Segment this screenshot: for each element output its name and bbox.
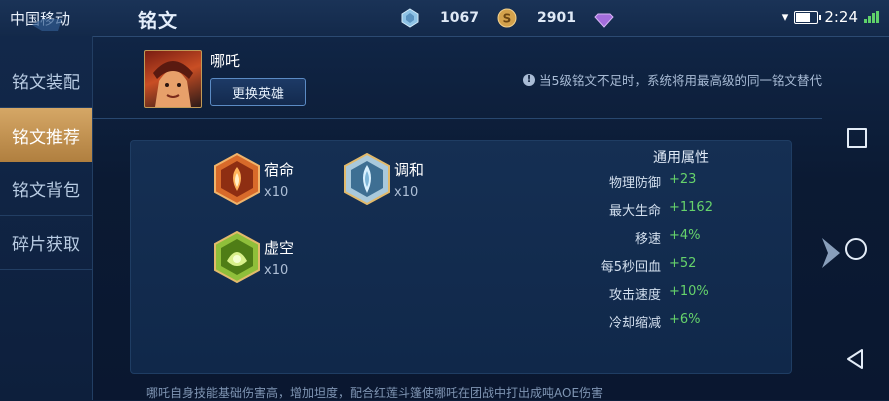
rune-count: x10 (394, 185, 419, 200)
page-title: 铭文 (138, 10, 179, 32)
sidebar-item-rune-bag[interactable]: 铭文背包 (0, 162, 92, 216)
attribute-row: 攻击速度 +10% (551, 284, 791, 304)
attribute-row: 最大生命 +1162 (551, 200, 791, 220)
notice-text: 当5级铭文不足时，系统将用最高级的同一铭文替代 (539, 73, 822, 88)
rune-green[interactable]: 虚空 x10 (213, 231, 294, 283)
gold-coin-icon: S (497, 8, 517, 28)
attribute-value: +4% (669, 228, 701, 243)
sidebar-item-fragment[interactable]: 碎片获取 (0, 216, 92, 270)
attributes-title: 通用属性 (653, 150, 709, 166)
rune-name: 虚空 (264, 239, 295, 257)
rune-panel: 宿命 x10 调和 x10 虚空 x10 通用属性 物理防御 +23 最大生命 … (130, 140, 792, 374)
sidebar: 铭文装配 铭文推荐 铭文背包 碎片获取 (0, 36, 93, 400)
swap-hero-button[interactable]: 更换英雄 (210, 78, 306, 106)
blue-rune-icon (344, 153, 390, 205)
wifi-icon: ▾ (781, 9, 789, 25)
attribute-label: 物理防御 (608, 176, 661, 191)
attribute-label: 移速 (634, 232, 661, 247)
sidebar-item-label: 铭文装配 (12, 73, 80, 93)
gold-value: 2901 (537, 10, 576, 26)
hero-row: 哪吒 更换英雄 ! 当5级铭文不足时，系统将用最高级的同一铭文替代 (92, 36, 822, 120)
sidebar-item-label: 碎片获取 (12, 235, 80, 255)
info-icon: ! (523, 73, 536, 86)
attribute-value: +52 (669, 256, 697, 271)
status-bar: ▾ 2:24 (782, 8, 879, 26)
rune-count: x10 (264, 185, 289, 200)
attribute-label: 攻击速度 (608, 288, 661, 303)
battery-icon (794, 10, 822, 24)
gem-counter (594, 8, 634, 28)
rune-notice: ! 当5级铭文不足时，系统将用最高级的同一铭文替代 (523, 70, 822, 89)
hero-name: 哪吒 (210, 52, 241, 70)
back-chevron-icon[interactable] (30, 18, 64, 32)
red-rune-icon (214, 153, 260, 205)
svg-text:S: S (503, 12, 512, 26)
attribute-value: +23 (669, 172, 697, 187)
attribute-label: 每5秒回血 (600, 260, 661, 275)
attribute-row: 物理防御 +23 (551, 172, 791, 192)
rune-count: x10 (264, 263, 289, 278)
attribute-value: +10% (669, 284, 709, 299)
crystal-counter: 1067 (400, 8, 479, 28)
attribute-label: 冷却缩减 (608, 316, 661, 331)
attribute-value: +6% (669, 312, 701, 327)
attribute-label: 最大生命 (608, 204, 661, 219)
crystal-icon (401, 8, 419, 28)
back-icon[interactable] (845, 348, 865, 370)
gem-icon (594, 13, 614, 28)
top-bar: 中国移动 铭文 1067 S 2901 ▾ 2:24 (0, 0, 889, 37)
gold-counter: S 2901 (497, 8, 576, 28)
sidebar-item-label: 铭文背包 (12, 181, 80, 201)
divider (92, 118, 822, 119)
signal-icon (864, 11, 879, 23)
attribute-row: 移速 +4% (551, 228, 791, 248)
attribute-row: 每5秒回血 +52 (551, 256, 791, 276)
crystal-value: 1067 (440, 10, 479, 26)
system-nav-bar (823, 36, 889, 400)
rune-name: 调和 (394, 161, 425, 179)
hero-portrait-icon (153, 61, 193, 107)
sidebar-item-rune-recommend[interactable]: 铭文推荐 (0, 108, 92, 162)
hero-rune-description: 哪吒自身技能基础伤害高，增加坦度，配合红莲斗篷使哪吒在团战中打出成吨AOE伤害 (146, 386, 604, 400)
recent-apps-icon[interactable] (847, 128, 867, 148)
rune-blue[interactable]: 调和 x10 (343, 153, 424, 205)
attribute-value: +1162 (669, 200, 713, 215)
rune-red[interactable]: 宿命 x10 (213, 153, 294, 205)
sidebar-item-rune-equip[interactable]: 铭文装配 (0, 54, 92, 108)
rune-name: 宿命 (264, 161, 295, 179)
home-icon[interactable] (845, 238, 867, 260)
attribute-row: 冷却缩减 +6% (551, 312, 791, 332)
hero-avatar[interactable] (144, 50, 202, 108)
green-rune-icon (214, 231, 260, 283)
sidebar-item-label: 铭文推荐 (12, 127, 80, 148)
clock: 2:24 (824, 8, 858, 26)
